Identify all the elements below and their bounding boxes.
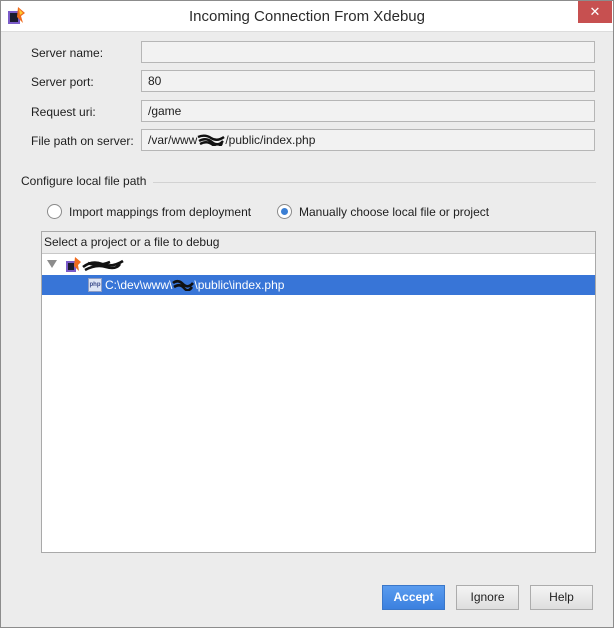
project-file-tree-panel: Select a project or a file to debug php …	[41, 231, 596, 553]
tree-header: Select a project or a file to debug	[42, 232, 595, 254]
server-port-label: Server port:	[31, 75, 94, 89]
tree-row-project[interactable]	[42, 255, 595, 275]
php-file-icon: php	[88, 278, 102, 292]
radio-import-mappings[interactable]	[47, 204, 62, 219]
close-button[interactable]: ✕	[578, 1, 612, 23]
tree-row-file[interactable]: php C:\dev\www\ \public\index.php	[42, 275, 595, 295]
expand-triangle-icon[interactable]	[47, 260, 57, 268]
ignore-button[interactable]: Ignore	[456, 585, 519, 610]
server-name-label: Server name:	[31, 46, 104, 60]
redaction-scribble	[197, 134, 226, 146]
file-path-field[interactable]: /var/www/public/index.php	[141, 129, 595, 151]
request-uri-label: Request uri:	[31, 105, 96, 119]
window-title: Incoming Connection From Xdebug	[189, 8, 425, 25]
accept-button[interactable]: Accept	[382, 585, 445, 610]
tree-file-prefix: C:\dev\www\	[105, 278, 173, 292]
xdebug-dialog: Incoming Connection From Xdebug ✕ Server…	[0, 0, 614, 628]
configure-section-title: Configure local file path	[21, 174, 147, 188]
file-path-label: File path on server:	[31, 134, 134, 148]
phpstorm-project-icon	[66, 257, 81, 272]
file-path-suffix: /public/index.php	[225, 133, 316, 147]
redaction-scribble	[172, 279, 195, 291]
tree-file-suffix: \public\index.php	[194, 278, 285, 292]
section-divider	[153, 182, 596, 183]
radio-manually-choose[interactable]	[277, 204, 292, 219]
title-bar: Incoming Connection From Xdebug ✕	[1, 1, 613, 32]
redaction-scribble	[82, 259, 124, 272]
tree-file-path: C:\dev\www\ \public\index.php	[105, 278, 284, 292]
help-button[interactable]: Help	[530, 585, 593, 610]
radio-manually-choose-label[interactable]: Manually choose local file or project	[299, 205, 489, 219]
request-uri-field[interactable]: /game	[141, 100, 595, 122]
radio-import-mappings-label[interactable]: Import mappings from deployment	[69, 205, 251, 219]
server-name-field[interactable]	[141, 41, 595, 63]
server-port-field[interactable]: 80	[141, 70, 595, 92]
file-path-prefix: /var/www	[148, 133, 198, 147]
